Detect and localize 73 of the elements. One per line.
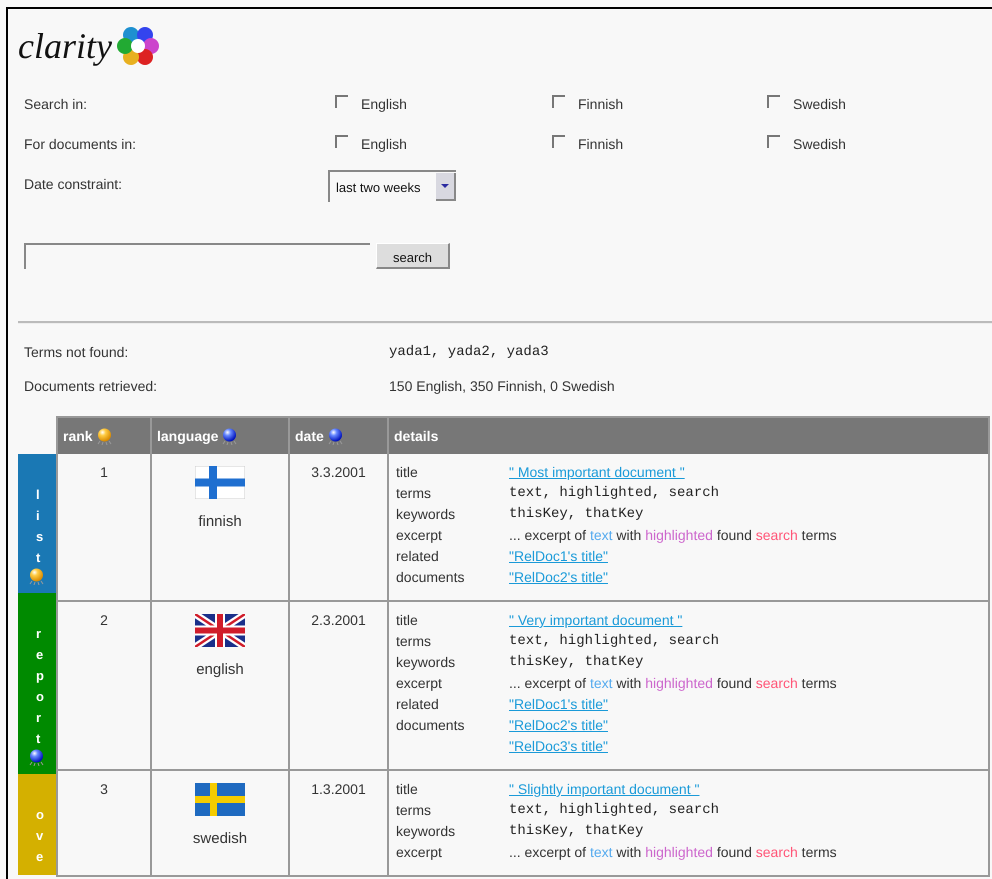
column-header[interactable]: rank bbox=[58, 418, 152, 454]
detail-value: thisKey, thatKey bbox=[509, 505, 644, 524]
detail-value: thisKey, thatKey bbox=[509, 822, 644, 841]
document-title-link[interactable]: " Most important document " bbox=[509, 462, 685, 483]
related-document-link[interactable]: "RelDoc3's title" bbox=[509, 736, 608, 757]
summary-label: Documents retrieved: bbox=[24, 378, 158, 394]
detail-label: excerpt bbox=[396, 843, 443, 862]
detail-label: terms bbox=[396, 801, 432, 820]
flag-icon bbox=[195, 466, 245, 499]
view-tab[interactable]: list bbox=[18, 454, 56, 593]
column-header[interactable]: language bbox=[152, 418, 290, 454]
detail-label: keywords bbox=[396, 653, 456, 672]
flag-icon bbox=[195, 614, 245, 647]
rank-cell: 3 bbox=[100, 781, 108, 797]
checkbox-label: Swedish bbox=[793, 95, 846, 114]
summary-value: 150 English, 350 Finnish, 0 Swedish bbox=[389, 378, 616, 394]
checkbox-label: Finnish bbox=[578, 95, 624, 114]
checkbox[interactable] bbox=[767, 135, 780, 148]
detail-value: text, highlighted, search bbox=[509, 801, 720, 820]
detail-label: excerpt bbox=[396, 526, 443, 545]
detail-value: text, highlighted, search bbox=[509, 484, 720, 503]
date-dropdown[interactable]: last two weeks bbox=[328, 170, 456, 202]
detail-value: thisKey, thatKey bbox=[509, 653, 644, 672]
checkbox[interactable] bbox=[552, 95, 565, 108]
related-document-link[interactable]: "RelDoc2's title" bbox=[509, 715, 608, 736]
checkbox[interactable] bbox=[767, 95, 780, 108]
flag-icon bbox=[195, 783, 245, 816]
field-label: Search in: bbox=[24, 95, 88, 114]
date-cell: 1.3.2001 bbox=[311, 781, 366, 797]
field-label: For documents in: bbox=[24, 135, 138, 154]
view-tab[interactable]: ove bbox=[18, 774, 56, 875]
checkbox-label: English bbox=[361, 135, 407, 154]
language-name: swedish bbox=[192, 830, 248, 847]
related-document-link[interactable]: "RelDoc1's title" bbox=[509, 546, 608, 567]
excerpt-text: ... excerpt of text with highlighted found search terms bbox=[509, 843, 837, 862]
field-label: Date constraint: bbox=[24, 175, 124, 194]
logo-text: clarity bbox=[18, 25, 112, 67]
document-title-link[interactable]: " Very important document " bbox=[509, 610, 682, 631]
checkbox-label: Finnish bbox=[578, 135, 624, 154]
view-tab[interactable]: report bbox=[18, 593, 56, 774]
column-header[interactable]: details bbox=[389, 418, 988, 454]
column-header[interactable]: date bbox=[290, 418, 389, 454]
related-document-link[interactable]: "RelDoc1's title" bbox=[509, 694, 608, 715]
date-cell: 3.3.2001 bbox=[311, 464, 366, 480]
search-button[interactable]: search bbox=[376, 243, 450, 269]
flower-logo-icon bbox=[116, 26, 160, 66]
date-cell: 2.3.2001 bbox=[311, 612, 366, 628]
summary-label: Terms not found: bbox=[24, 344, 130, 360]
checkbox[interactable] bbox=[335, 95, 348, 108]
rank-cell: 2 bbox=[100, 612, 108, 628]
rank-cell: 1 bbox=[100, 464, 108, 480]
detail-label: title bbox=[396, 611, 419, 630]
detail-label: keywords bbox=[396, 505, 456, 524]
related-document-link[interactable]: "RelDoc2's title" bbox=[509, 567, 608, 588]
checkbox-label: Swedish bbox=[793, 135, 846, 154]
language-name: english bbox=[196, 661, 244, 678]
detail-label: title bbox=[396, 463, 419, 482]
detail-label: related documents bbox=[396, 547, 466, 587]
detail-label: terms bbox=[396, 484, 432, 503]
document-title-link[interactable]: " Slightly important document " bbox=[509, 779, 700, 800]
checkbox-label: English bbox=[361, 95, 407, 114]
summary-value: yada1, yada2, yada3 bbox=[389, 344, 550, 360]
detail-value: text, highlighted, search bbox=[509, 632, 720, 651]
checkbox[interactable] bbox=[335, 135, 348, 148]
detail-label: keywords bbox=[396, 822, 456, 841]
excerpt-text: ... excerpt of text with highlighted found search terms bbox=[509, 526, 837, 545]
language-name: finnish bbox=[198, 513, 242, 530]
checkbox[interactable] bbox=[552, 135, 565, 148]
detail-label: title bbox=[396, 780, 419, 799]
detail-label: excerpt bbox=[396, 674, 443, 693]
excerpt-text: ... excerpt of text with highlighted found search terms bbox=[509, 674, 837, 693]
detail-label: related documents bbox=[396, 695, 466, 735]
detail-label: terms bbox=[396, 632, 432, 651]
